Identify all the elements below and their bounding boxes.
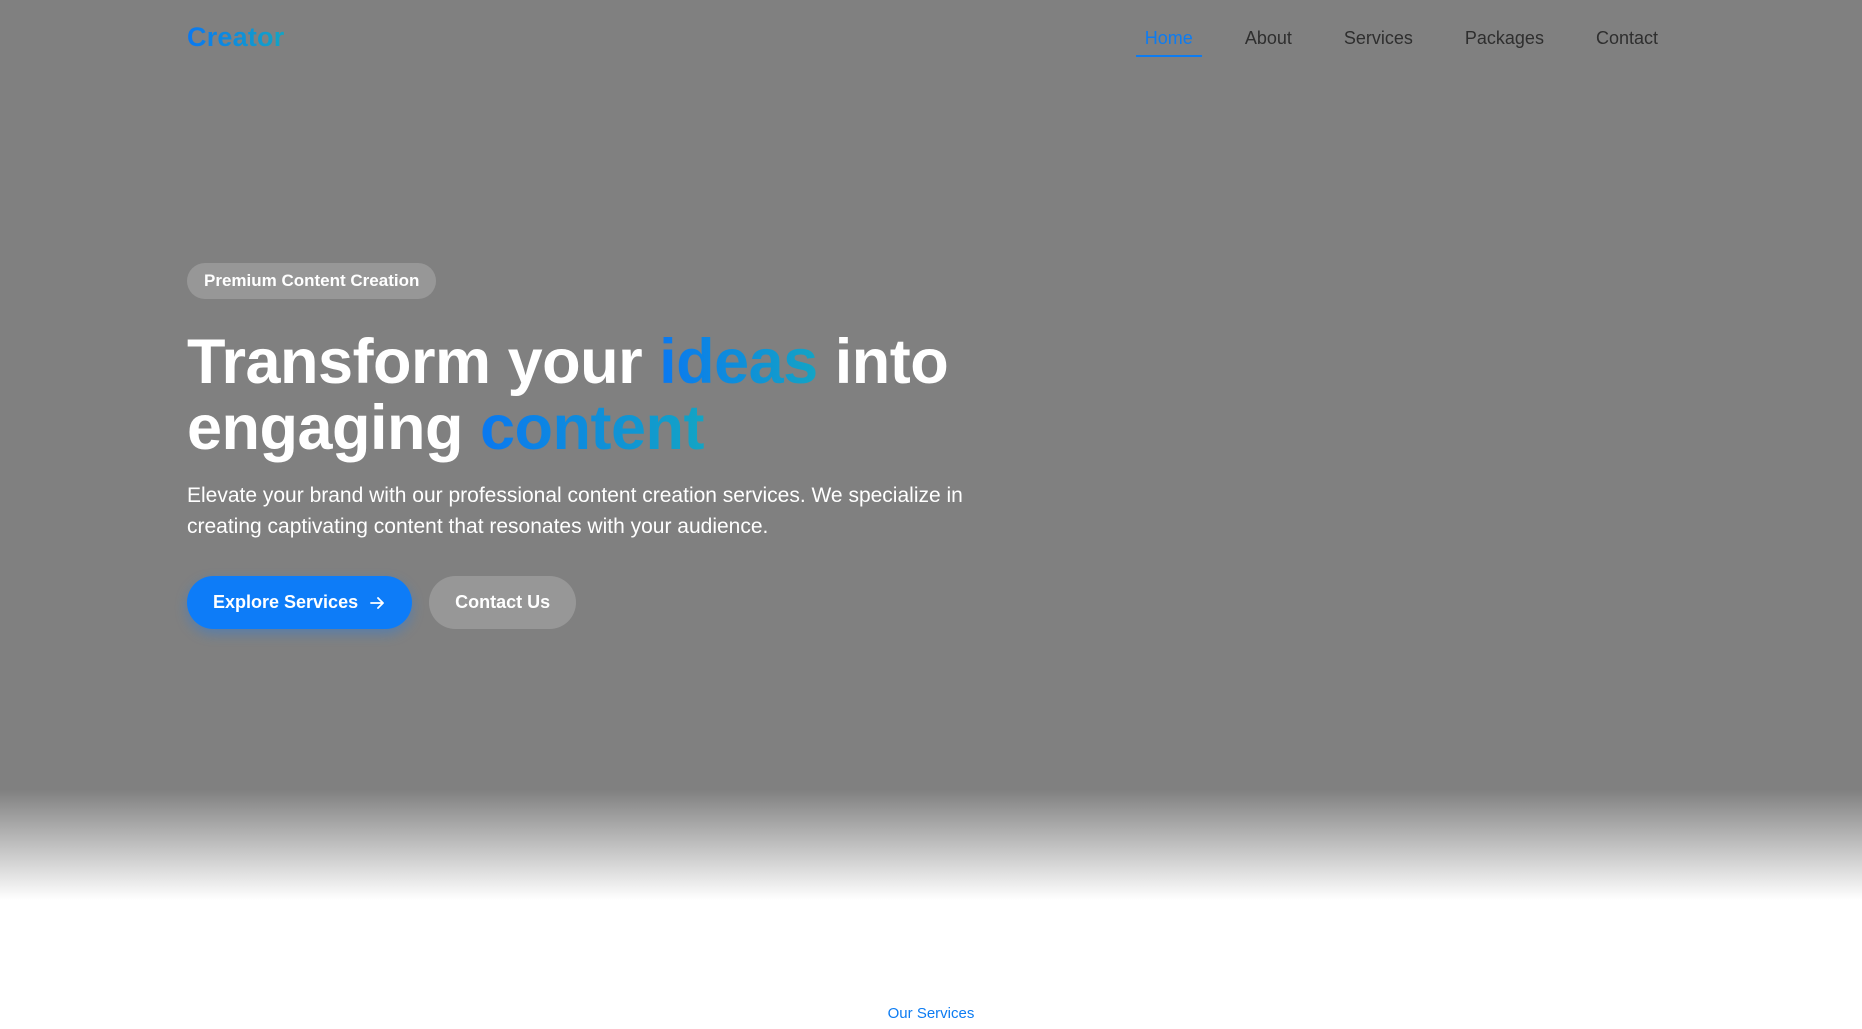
- headline-highlight-ideas: ideas: [659, 327, 818, 397]
- services-eyebrow: Our Services: [887, 1005, 975, 1022]
- hero-badge: Premium Content Creation: [187, 263, 437, 299]
- arrow-right-icon: [370, 596, 385, 610]
- hero-headline: Transform your ideas into engaging conte…: [187, 329, 1047, 461]
- navbar: Creator Home About Services Packages Con…: [0, 0, 1862, 80]
- nav-link-contact[interactable]: Contact: [1587, 28, 1667, 57]
- headline-text-2: into: [817, 327, 949, 397]
- explore-services-button[interactable]: Explore Services: [187, 576, 413, 629]
- nav-link-home[interactable]: Home: [1135, 28, 1202, 57]
- contact-us-button[interactable]: Contact Us: [429, 576, 577, 629]
- services-section: Our Services: [0, 1005, 1862, 1023]
- headline-text-1: Transform your: [187, 327, 660, 397]
- brand-logo[interactable]: Creator: [187, 22, 284, 53]
- nav-link-packages[interactable]: Packages: [1456, 28, 1553, 57]
- hero-description: Elevate your brand with our professional…: [187, 484, 963, 538]
- nav-link-services[interactable]: Services: [1335, 28, 1422, 57]
- headline-highlight-content: content: [480, 393, 704, 463]
- headline-text-3: engaging: [187, 393, 480, 463]
- page: Creator Home About Services Packages Con…: [0, 0, 1862, 1029]
- hero-section: Premium Content Creation Transform your …: [187, 263, 1047, 629]
- nav-links: Home About Services Packages Contact: [1102, 28, 1667, 57]
- hero-cta-row: Explore Services Contact Us: [187, 576, 1047, 629]
- nav-link-about[interactable]: About: [1236, 28, 1301, 57]
- explore-services-label: Explore Services: [213, 592, 359, 612]
- contact-us-label: Contact Us: [455, 592, 551, 612]
